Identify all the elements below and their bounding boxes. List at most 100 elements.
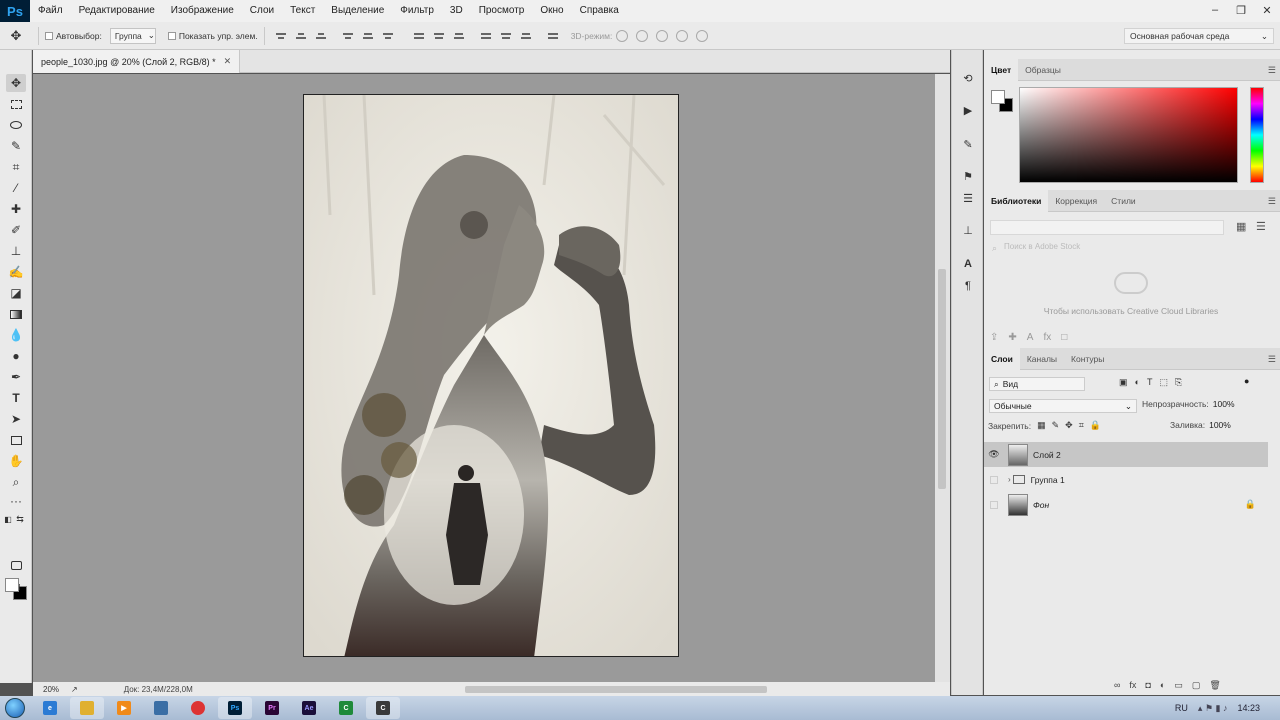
close-button[interactable]: ✕ [1254,0,1280,20]
visibility-toggle[interactable] [990,500,998,509]
lock-position-icon[interactable]: ✥ [1065,420,1073,431]
brush-tool-icon[interactable]: ✐ [6,221,26,239]
taskbar-chrome[interactable] [181,697,215,719]
link-layers-icon[interactable]: ∞ [1114,680,1120,691]
taskbar-camtasia-recorder[interactable]: C [366,697,400,719]
menu-window[interactable]: Окно [532,0,571,22]
brush-panel-icon[interactable]: ⚑ [960,168,976,184]
brush-presets-icon[interactable]: ✎ [960,136,976,152]
taskbar-media[interactable]: ▶ [107,697,141,719]
align-left-icon[interactable] [341,29,355,43]
tray-icons[interactable]: ▴ ⚑ ▮ ♪ [1198,703,1228,714]
blur-tool-icon[interactable]: 💧 [6,326,26,344]
vertical-scrollbar[interactable] [935,74,950,682]
hue-slider[interactable] [1250,87,1264,183]
panel-menu-icon[interactable]: ☰ [1268,354,1276,365]
menu-view[interactable]: Просмотр [471,0,533,22]
distribute-hcenter-icon[interactable] [499,29,513,43]
chevron-right-icon[interactable]: › [1008,475,1011,484]
taskbar-explorer[interactable] [70,697,104,719]
swap-colors-icon[interactable]: ⇆ [14,510,26,528]
document-info[interactable]: Док: 23,4M/228,0M [124,685,193,694]
zoom-level[interactable]: 20% [33,685,67,694]
new-group-icon[interactable]: ▭ [1174,680,1183,691]
delete-layer-icon[interactable]: 🗑 [1209,680,1220,691]
menu-filter[interactable]: Фильтр [392,0,442,22]
auto-align-icon[interactable] [546,29,560,43]
tab-paths[interactable]: Контуры [1064,348,1111,370]
foreground-color-swatch[interactable] [5,578,19,592]
opacity-value[interactable]: 100% [1213,399,1235,409]
scale-3d-icon[interactable] [696,29,709,42]
actions-panel-icon[interactable]: ▶ [960,102,976,118]
list-view-icon[interactable]: ☰ [1256,220,1266,233]
adjustment-layer-icon[interactable]: ◐ [1160,680,1165,691]
lock-transparency-icon[interactable]: ▦ [1037,420,1046,431]
visibility-toggle[interactable] [990,475,998,484]
lock-all-icon[interactable]: 🔒 [1090,420,1101,431]
taskbar-camtasia[interactable]: C [329,697,363,719]
align-right-icon[interactable] [381,29,395,43]
history-brush-tool-icon[interactable]: ✍ [6,263,26,281]
layer-name[interactable]: Группа 1 [1031,475,1268,485]
add-content-icon[interactable]: ✚ [1008,332,1016,343]
align-hcenter-icon[interactable] [361,29,375,43]
distribute-top-icon[interactable] [412,29,426,43]
dodge-tool-icon[interactable]: ● [6,347,26,365]
adjust-panel-icon[interactable]: ☰ [960,190,976,206]
layer-style-icon[interactable]: fx [1129,680,1136,691]
eraser-tool-icon[interactable]: ◪ [6,284,26,302]
minimize-button[interactable]: – [1202,0,1228,20]
clone-stamp-tool-icon[interactable]: ⊥ [6,242,26,260]
rectangle-tool-icon[interactable] [6,431,26,449]
layer-name[interactable]: Слой 2 [1033,450,1268,460]
lock-pixels-icon[interactable]: ✎ [1052,420,1060,431]
clone-source-icon[interactable]: ⊥ [960,222,976,238]
type-tool-icon[interactable]: T [6,389,26,407]
blend-mode-dropdown[interactable]: Обычные ⌄ [989,399,1137,413]
path-select-tool-icon[interactable]: ➤ [6,410,26,428]
tab-styles[interactable]: Стили [1104,190,1143,212]
grid-view-icon[interactable]: ▦ [1236,220,1246,233]
filter-toggle-icon[interactable]: ● [1244,376,1249,386]
menu-layers[interactable]: Слои [242,0,282,22]
add-mask-icon[interactable]: ◘ [1145,680,1150,691]
document-tab[interactable]: people_1030.jpg @ 20% (Слой 2, RGB/8) * … [33,50,241,73]
double-exposure-artwork[interactable] [303,94,679,657]
taskbar-photoshop[interactable]: Ps [218,697,252,719]
roll-3d-icon[interactable] [636,29,649,42]
taskbar-app[interactable] [144,697,178,719]
paragraph-panel-icon[interactable]: ¶ [960,278,976,294]
move-tool-preset-icon[interactable]: ✥ [0,28,32,44]
align-top-icon[interactable] [274,29,288,43]
gradient-tool-icon[interactable] [6,305,26,323]
distribute-right-icon[interactable] [519,29,533,43]
layer-row[interactable]: › Группа 1 [984,467,1268,492]
opacity-control[interactable]: Непрозрачность: 100% [1142,399,1235,409]
move-tool-icon[interactable]: ✥ [6,74,26,92]
menu-3d[interactable]: 3D [442,0,471,22]
color-picker-field[interactable] [1019,87,1238,183]
tab-layers[interactable]: Слои [984,347,1020,370]
tab-color[interactable]: Цвет [984,58,1019,81]
taskbar-premiere[interactable]: Pr [255,697,289,719]
filter-pixel-icon[interactable]: ▣ [1119,377,1128,388]
healing-brush-tool-icon[interactable]: ✚ [6,200,26,218]
add-graphic-icon[interactable]: □ [1061,332,1067,343]
marquee-tool-icon[interactable] [6,95,26,113]
menu-help[interactable]: Справка [572,0,627,22]
filter-type-icon[interactable]: T [1147,377,1153,388]
orbit-3d-icon[interactable] [616,29,629,42]
distribute-left-icon[interactable] [479,29,493,43]
pen-tool-icon[interactable]: ✒ [6,368,26,386]
taskbar-ie[interactable]: e [33,697,67,719]
lock-artboard-icon[interactable]: ⌗ [1079,420,1084,431]
layer-row[interactable]: 👁 Слой 2 [984,442,1268,467]
distribute-bottom-icon[interactable] [452,29,466,43]
zoom-tool-icon[interactable]: ⌕ [6,473,26,491]
slide-3d-icon[interactable] [676,29,689,42]
restore-button[interactable]: ❐ [1228,0,1254,20]
filter-shape-icon[interactable]: ⬚ [1159,377,1168,388]
foreground-color-swatch[interactable] [991,90,1005,104]
default-colors-icon[interactable]: ◧ [2,510,14,528]
